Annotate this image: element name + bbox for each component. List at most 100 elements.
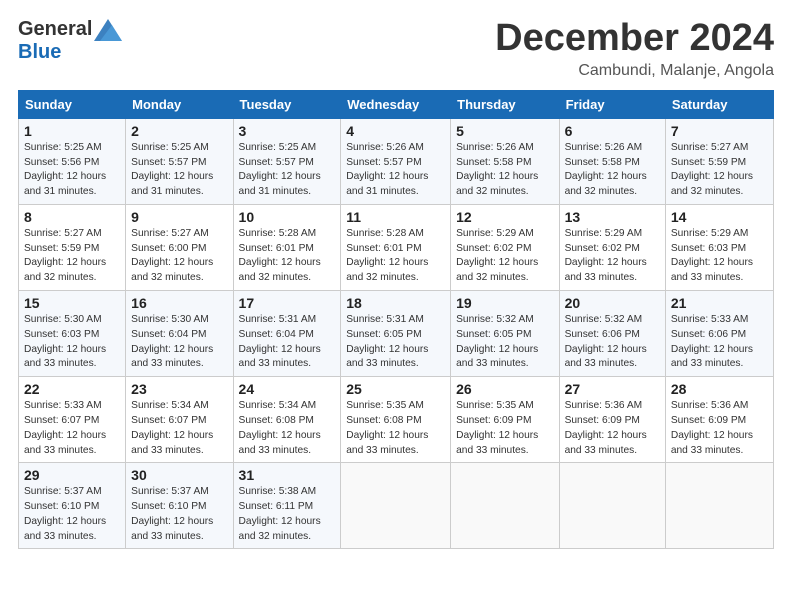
calendar-cell: 15Sunrise: 5:30 AM Sunset: 6:03 PM Dayli… [19,291,126,377]
day-number: 3 [239,123,336,139]
day-info: Sunrise: 5:35 AM Sunset: 6:08 PM Dayligh… [346,399,445,458]
calendar-cell: 2 Sunrise: 5:25 AM Sunset: 5:57 PM Daylig… [126,118,233,204]
calendar-cell [451,463,559,549]
calendar-week-row: 1Sunrise: 5:25 AM Sunset: 5:56 PM Daylig… [19,118,774,204]
day-info: Sunrise: 5:28 AM Sunset: 6:01 PM Dayligh… [239,227,336,286]
day-info: Sunrise: 5:32 AM Sunset: 6:05 PM Dayligh… [456,313,553,372]
calendar-cell: 14 Sunrise: 5:29 AM Sunset: 6:03 PM Dayli… [665,204,773,290]
day-info: Sunrise: 5:30 AM Sunset: 6:04 PM Dayligh… [131,313,227,372]
calendar-cell: 10 Sunrise: 5:28 AM Sunset: 6:01 PM Dayli… [233,204,341,290]
day-info: Sunrise: 5:37 AM Sunset: 6:10 PM Dayligh… [24,485,120,544]
calendar-cell: 16Sunrise: 5:30 AM Sunset: 6:04 PM Dayli… [126,291,233,377]
day-number: 6 [565,123,660,139]
page-header: General Blue December 2024 Cambundi, Mal… [18,18,774,80]
calendar-cell: 4 Sunrise: 5:26 AM Sunset: 5:57 PM Daylig… [341,118,451,204]
day-info: Sunrise: 5:28 AM Sunset: 6:01 PM Dayligh… [346,227,445,286]
calendar-week-row: 8 Sunrise: 5:27 AM Sunset: 5:59 PM Daylig… [19,204,774,290]
day-number: 28 [671,381,768,397]
calendar-cell: 22 Sunrise: 5:33 AM Sunset: 6:07 PM Dayli… [19,377,126,463]
day-number: 24 [239,381,336,397]
calendar-cell: 11Sunrise: 5:28 AM Sunset: 6:01 PM Dayli… [341,204,451,290]
day-info: Sunrise: 5:27 AM Sunset: 5:59 PM Dayligh… [24,227,120,286]
day-header-saturday: Saturday [665,90,773,118]
day-info: Sunrise: 5:36 AM Sunset: 6:09 PM Dayligh… [671,399,768,458]
day-info: Sunrise: 5:33 AM Sunset: 6:06 PM Dayligh… [671,313,768,372]
day-info: Sunrise: 5:29 AM Sunset: 6:02 PM Dayligh… [565,227,660,286]
day-info: Sunrise: 5:36 AM Sunset: 6:09 PM Dayligh… [565,399,660,458]
calendar-cell: 18Sunrise: 5:31 AM Sunset: 6:05 PM Dayli… [341,291,451,377]
calendar-cell: 24 Sunrise: 5:34 AM Sunset: 6:08 PM Dayli… [233,377,341,463]
calendar-cell: 1Sunrise: 5:25 AM Sunset: 5:56 PM Daylig… [19,118,126,204]
calendar-cell: 9Sunrise: 5:27 AM Sunset: 6:00 PM Daylig… [126,204,233,290]
day-info: Sunrise: 5:34 AM Sunset: 6:08 PM Dayligh… [239,399,336,458]
day-number: 4 [346,123,445,139]
calendar-cell: 19 Sunrise: 5:32 AM Sunset: 6:05 PM Dayli… [451,291,559,377]
day-header-thursday: Thursday [451,90,559,118]
day-number: 30 [131,467,227,483]
calendar-cell: 7Sunrise: 5:27 AM Sunset: 5:59 PM Daylig… [665,118,773,204]
day-number: 12 [456,209,553,225]
logo-icon [94,19,122,41]
calendar-header-row: SundayMondayTuesdayWednesdayThursdayFrid… [19,90,774,118]
day-info: Sunrise: 5:26 AM Sunset: 5:58 PM Dayligh… [565,141,660,200]
day-number: 22 [24,381,120,397]
day-info: Sunrise: 5:27 AM Sunset: 5:59 PM Dayligh… [671,141,768,200]
day-number: 17 [239,295,336,311]
day-info: Sunrise: 5:31 AM Sunset: 6:04 PM Dayligh… [239,313,336,372]
day-number: 26 [456,381,553,397]
day-info: Sunrise: 5:25 AM Sunset: 5:57 PM Dayligh… [131,141,227,200]
calendar-week-row: 29Sunrise: 5:37 AM Sunset: 6:10 PM Dayli… [19,463,774,549]
day-number: 31 [239,467,336,483]
day-number: 25 [346,381,445,397]
calendar-cell: 12 Sunrise: 5:29 AM Sunset: 6:02 PM Dayli… [451,204,559,290]
calendar-cell: 30 Sunrise: 5:37 AM Sunset: 6:10 PM Dayli… [126,463,233,549]
calendar-cell: 29Sunrise: 5:37 AM Sunset: 6:10 PM Dayli… [19,463,126,549]
calendar-cell [665,463,773,549]
day-number: 19 [456,295,553,311]
calendar-cell: 28 Sunrise: 5:36 AM Sunset: 6:09 PM Dayli… [665,377,773,463]
day-header-monday: Monday [126,90,233,118]
day-info: Sunrise: 5:34 AM Sunset: 6:07 PM Dayligh… [131,399,227,458]
day-number: 10 [239,209,336,225]
day-number: 14 [671,209,768,225]
day-number: 2 [131,123,227,139]
location-title: Cambundi, Malanje, Angola [495,62,774,80]
day-number: 9 [131,209,227,225]
day-number: 20 [565,295,660,311]
calendar-cell: 21 Sunrise: 5:33 AM Sunset: 6:06 PM Dayli… [665,291,773,377]
calendar-cell: 31 Sunrise: 5:38 AM Sunset: 6:11 PM Dayli… [233,463,341,549]
calendar-cell: 13 Sunrise: 5:29 AM Sunset: 6:02 PM Dayli… [559,204,665,290]
day-header-wednesday: Wednesday [341,90,451,118]
logo-general-text: General [18,18,92,41]
calendar-cell: 25 Sunrise: 5:35 AM Sunset: 6:08 PM Dayli… [341,377,451,463]
logo-blue-text: Blue [18,41,61,64]
day-number: 13 [565,209,660,225]
day-number: 23 [131,381,227,397]
calendar-cell: 20Sunrise: 5:32 AM Sunset: 6:06 PM Dayli… [559,291,665,377]
calendar-cell: 3 Sunrise: 5:25 AM Sunset: 5:57 PM Daylig… [233,118,341,204]
day-header-friday: Friday [559,90,665,118]
day-number: 27 [565,381,660,397]
day-number: 21 [671,295,768,311]
day-number: 18 [346,295,445,311]
day-info: Sunrise: 5:25 AM Sunset: 5:57 PM Dayligh… [239,141,336,200]
day-info: Sunrise: 5:35 AM Sunset: 6:09 PM Dayligh… [456,399,553,458]
day-info: Sunrise: 5:25 AM Sunset: 5:56 PM Dayligh… [24,141,120,200]
calendar-cell: 8 Sunrise: 5:27 AM Sunset: 5:59 PM Daylig… [19,204,126,290]
calendar-week-row: 15Sunrise: 5:30 AM Sunset: 6:03 PM Dayli… [19,291,774,377]
day-info: Sunrise: 5:29 AM Sunset: 6:03 PM Dayligh… [671,227,768,286]
logo: General Blue [18,18,122,64]
day-info: Sunrise: 5:29 AM Sunset: 6:02 PM Dayligh… [456,227,553,286]
calendar-cell [341,463,451,549]
day-info: Sunrise: 5:26 AM Sunset: 5:57 PM Dayligh… [346,141,445,200]
calendar-cell: 26 Sunrise: 5:35 AM Sunset: 6:09 PM Dayli… [451,377,559,463]
day-number: 5 [456,123,553,139]
day-number: 15 [24,295,120,311]
day-header-tuesday: Tuesday [233,90,341,118]
day-info: Sunrise: 5:37 AM Sunset: 6:10 PM Dayligh… [131,485,227,544]
day-info: Sunrise: 5:38 AM Sunset: 6:11 PM Dayligh… [239,485,336,544]
day-number: 8 [24,209,120,225]
day-info: Sunrise: 5:33 AM Sunset: 6:07 PM Dayligh… [24,399,120,458]
day-info: Sunrise: 5:26 AM Sunset: 5:58 PM Dayligh… [456,141,553,200]
calendar-cell: 17 Sunrise: 5:31 AM Sunset: 6:04 PM Dayli… [233,291,341,377]
